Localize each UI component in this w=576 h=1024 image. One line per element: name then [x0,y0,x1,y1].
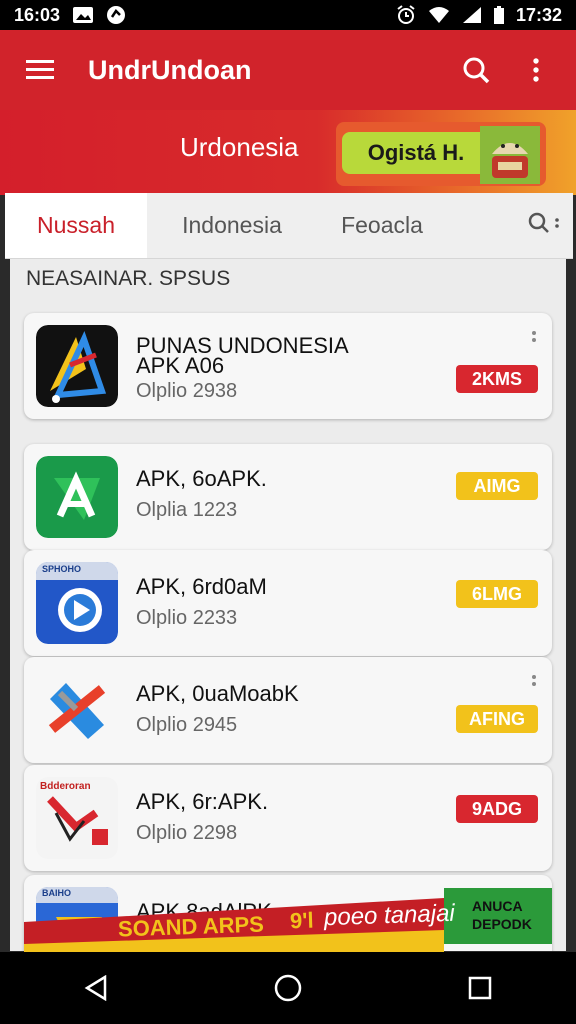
promo-banner[interactable]: Urdonesia Ogistá H. [0,110,576,195]
list-item[interactable]: APK, 6oAPK. Olplia 1223 AIMG [24,444,552,550]
app-title: UndrUndoan [88,54,252,85]
banner-promo-label: Ogistá H. [342,132,490,174]
promo-green-label-2: DEPODK [472,916,532,932]
overflow-menu-icon[interactable] [516,50,556,90]
promo-green-label-1: ANUCA [472,898,523,914]
app-bar: UndrUndoan [0,30,576,110]
promo-strip-text-mid: 9'l [289,907,315,934]
battery-icon [493,6,504,24]
app-title: APK, 6rd0aM [136,574,267,599]
list-item[interactable]: APK, 0uaMoabK Olplio 2945 AFING [24,657,552,763]
recents-icon[interactable] [450,958,510,1018]
back-icon[interactable] [66,958,126,1018]
clock-right: 17:32 [515,4,562,25]
app-icon [36,456,118,538]
wifi-icon [428,6,450,24]
app-list-section: NEASAINAR. SPSUS PUNAS UNDONESIA APK A06… [10,259,566,951]
app-subtitle: Olplia 1223 [136,499,238,521]
app-subtitle: Olplio 2945 [136,714,238,736]
app-subtitle: Olplio 2938 [136,380,238,402]
app-badge[interactable]: AFING [456,705,538,733]
overflow-menu-icon[interactable] [528,673,540,693]
tab-nussah[interactable]: Nussah [5,193,147,258]
tab-feoacla[interactable]: Feoacla [317,193,447,258]
app-icon [36,325,118,407]
app-icon: Bdderoran [36,777,118,859]
app-title: APK, 6oAPK. [136,466,267,491]
app-badge[interactable]: 2KMS [456,365,538,393]
status-bar: 16:03 17:32 [0,0,576,30]
tab-overflow-icon [555,212,559,239]
section-title: NEASAINAR. SPSUS [26,267,231,290]
list-item[interactable]: PUNAS UNDONESIA APK A06 Olplio 2938 2KMS [24,313,552,419]
android-robot-icon [480,126,540,186]
app-icon-label: SPHOHO [42,564,82,574]
promo-strip-text: SOAND ARPS [117,911,265,942]
app-title-secondary: APK A06 [136,353,225,378]
tab-bar: Nussah Indonesia Feoacla [5,193,573,259]
app-subtitle: Olplio 2233 [136,607,238,629]
tab-indonesia[interactable]: Indonesia [147,193,317,258]
clock-left: 16:03 [14,4,61,25]
promo-strip-text-right: poeo tanajai [323,899,456,932]
app-badge[interactable]: AIMG [456,472,538,500]
tab-search[interactable] [447,193,573,258]
search-icon[interactable] [456,50,496,90]
home-icon[interactable] [258,958,318,1018]
app-icon [36,669,118,751]
alarm-icon [396,5,416,25]
app-subtitle: Olplio 2298 [136,822,238,844]
banner-text: Urdonesia [180,132,299,162]
app-icon-label: Bdderoran [40,781,91,792]
list-item[interactable]: SPHOHO APK, 6rd0aM Olplio 2233 6LMG [24,550,552,656]
app-icon: SPHOHO [36,562,118,644]
app-badge[interactable]: 9ADG [456,795,538,823]
navigation-bar [0,952,576,1024]
overflow-menu-icon[interactable] [528,329,540,349]
app-title: APK, 0uaMoabK [136,681,299,706]
signal-icon [462,6,482,24]
image-notification-icon [72,6,94,24]
promo-strip-ad[interactable]: SOAND ARPS 9'l poeo tanajai ANUCA DEPODK [24,888,552,952]
app-title: APK, 6r:APK. [136,789,269,814]
sync-notification-icon [106,5,126,25]
menu-icon[interactable] [20,50,60,90]
list-item[interactable]: Bdderoran APK, 6r:APK. Olplio 2298 9ADG [24,765,552,871]
search-icon [527,211,551,241]
banner-promo[interactable]: Ogistá H. [336,122,546,186]
app-badge[interactable]: 6LMG [456,580,538,608]
